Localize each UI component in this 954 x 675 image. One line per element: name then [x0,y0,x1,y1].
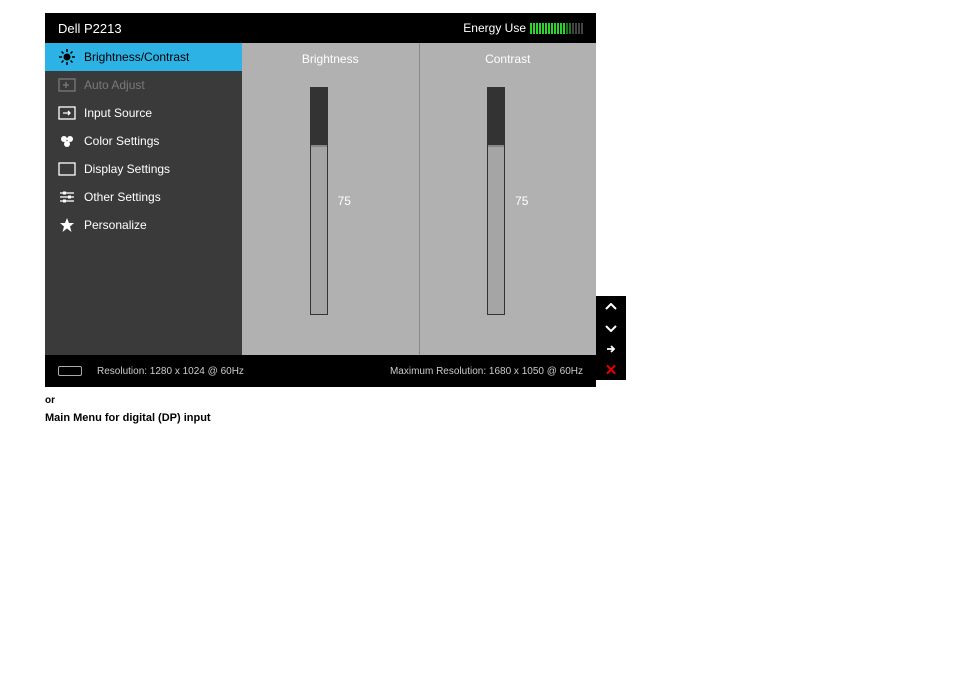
menu-item-label: Color Settings [84,134,159,148]
osd-header: Dell P2213 Energy Use [45,13,596,43]
menu-input-source[interactable]: Input Source [45,99,242,127]
brightness-panel: Brightness 75 [242,43,420,355]
brightness-value: 75 [338,194,351,208]
menu-other-settings[interactable]: Other Settings [45,183,242,211]
energy-bars-icon [530,23,583,34]
brightness-slider[interactable] [310,87,328,315]
menu-item-label: Brightness/Contrast [84,50,189,64]
chevron-up-icon [605,303,617,311]
menu-auto-adjust: Auto Adjust [45,71,242,99]
port-icon [58,366,82,376]
side-buttons: ✕ [596,296,626,380]
energy-use: Energy Use [463,21,583,35]
osd-footer: Resolution: 1280 x 1024 @ 60Hz Maximum R… [45,355,596,387]
contrast-slider[interactable] [487,87,505,315]
brightness-icon [58,48,76,66]
exit-button[interactable]: ✕ [596,359,626,380]
osd-window: Dell P2213 Energy Use Brightness [45,13,596,387]
menu-item-label: Other Settings [84,190,161,204]
contrast-label: Contrast [485,52,530,66]
energy-label: Energy Use [463,21,526,35]
color-settings-icon [58,132,76,150]
menu-item-label: Input Source [84,106,152,120]
menu-item-label: Personalize [84,218,147,232]
brightness-label: Brightness [302,52,359,66]
model-label: Dell P2213 [58,21,122,36]
menu-color-settings[interactable]: Color Settings [45,127,242,155]
up-button[interactable] [596,296,626,317]
content-area: Brightness 75 Contrast 75 [242,43,596,355]
down-button[interactable] [596,317,626,338]
resolution-label: Resolution: 1280 x 1024 @ 60Hz [97,366,244,377]
personalize-icon [58,216,76,234]
menu-list: Brightness/Contrast Auto Adjust Input So… [45,43,242,355]
caption-subtitle: Main Menu for digital (DP) input [45,412,954,424]
auto-adjust-icon [58,76,76,94]
contrast-panel: Contrast 75 [420,43,597,355]
menu-item-label: Auto Adjust [84,78,145,92]
contrast-slider-container: 75 [487,86,528,316]
close-icon: ✕ [605,361,618,379]
max-resolution-label: Maximum Resolution: 1680 x 1050 @ 60Hz [390,366,583,377]
caption-or: or [45,395,954,406]
display-settings-icon [58,160,76,178]
arrow-right-icon [605,344,617,354]
menu-personalize[interactable]: Personalize [45,211,242,239]
osd-body: Brightness/Contrast Auto Adjust Input So… [45,43,596,355]
input-source-icon [58,104,76,122]
menu-display-settings[interactable]: Display Settings [45,155,242,183]
other-settings-icon [58,188,76,206]
menu-item-label: Display Settings [84,162,170,176]
chevron-down-icon [605,324,617,332]
enter-button[interactable] [596,338,626,359]
menu-brightness-contrast[interactable]: Brightness/Contrast [45,43,242,71]
brightness-slider-container: 75 [310,86,351,316]
contrast-value: 75 [515,194,528,208]
